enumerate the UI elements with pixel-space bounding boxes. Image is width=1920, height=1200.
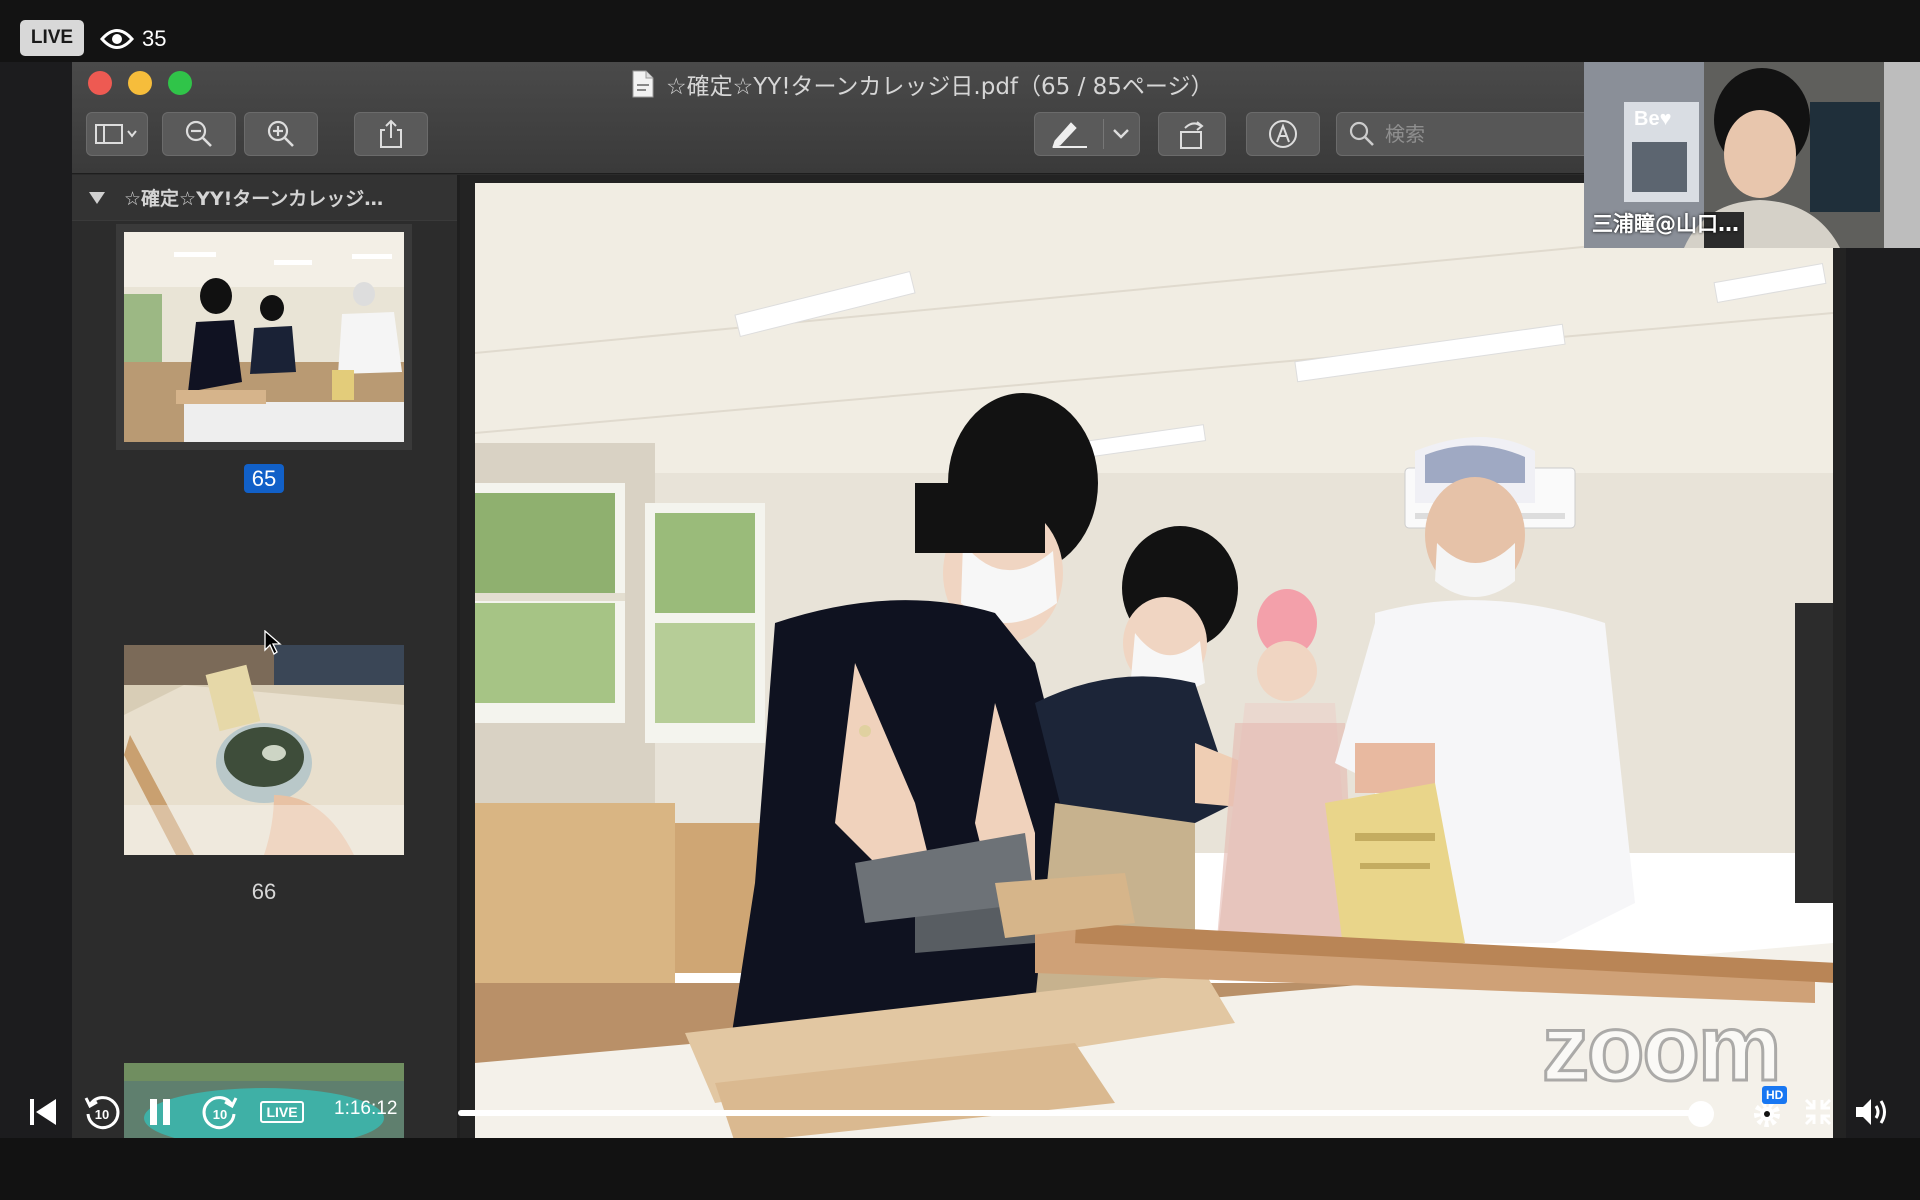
close-window-button[interactable] xyxy=(88,71,112,95)
participant-video[interactable]: Be♥ 三浦瞳@山口… xyxy=(1584,62,1920,248)
settings-button[interactable]: HD xyxy=(1744,1086,1790,1134)
maximize-window-button[interactable] xyxy=(168,71,192,95)
svg-text:10: 10 xyxy=(95,1107,109,1122)
viewer-count: 35 xyxy=(100,22,166,56)
share-button[interactable] xyxy=(354,112,428,156)
forward-10-button[interactable]: 10 xyxy=(198,1090,242,1134)
volume-button[interactable] xyxy=(1852,1090,1892,1134)
seek-handle[interactable] xyxy=(1688,1101,1715,1127)
skip-previous-icon xyxy=(30,1099,56,1125)
exit-fullscreen-button[interactable] xyxy=(1800,1090,1836,1134)
window-title-text: ☆確定☆YY!ターンカレッジ⽇.pdf（65 / 85ページ） xyxy=(666,74,1214,100)
window-title: ☆確定☆YY!ターンカレッジ⽇.pdf（65 / 85ページ） xyxy=(632,68,1213,100)
live-small-badge: LIVE xyxy=(260,1101,304,1123)
rotate-button[interactable] xyxy=(1158,112,1226,156)
rotate-icon xyxy=(1180,121,1204,149)
seek-bar[interactable] xyxy=(458,1110,1714,1116)
sidebar-icon xyxy=(95,124,137,144)
page-number-65-label: 65 xyxy=(243,464,285,493)
markup-divider xyxy=(1103,119,1104,149)
markup-button[interactable] xyxy=(1034,112,1140,156)
rewind-10-icon: 10 xyxy=(84,1096,120,1130)
live-badge: LIVE xyxy=(20,20,84,56)
stream-top-bar: LIVE 35 xyxy=(0,0,1920,62)
zoom-in-button[interactable] xyxy=(244,112,318,156)
thumbnail-sidebar: ☆確定☆YY!ターンカレッジ… 65 66 xyxy=(72,175,460,1138)
pause-icon xyxy=(150,1099,170,1125)
mouse-cursor-icon xyxy=(264,630,282,655)
zoom-out-icon xyxy=(185,120,212,147)
timecode: 1:16:12 xyxy=(334,1098,398,1119)
exit-fullscreen-icon xyxy=(1804,1098,1832,1126)
viewer-count-value: 35 xyxy=(142,26,167,51)
chevron-down-icon xyxy=(1113,129,1129,139)
pdf-document-icon xyxy=(632,70,654,98)
zoom-in-icon xyxy=(267,120,294,147)
page-thumbnail-66[interactable]: 66 xyxy=(124,645,404,904)
forward-10-icon: 10 xyxy=(202,1096,238,1130)
zoom-out-button[interactable] xyxy=(162,112,236,156)
sidebar-doc-header[interactable]: ☆確定☆YY!ターンカレッジ… xyxy=(72,175,457,221)
letterbox-left xyxy=(0,62,72,1138)
page-number-66: 66 xyxy=(251,879,277,904)
svg-text:10: 10 xyxy=(213,1107,227,1122)
jump-to-live-button[interactable]: LIVE xyxy=(260,1090,304,1134)
markup-circle-icon xyxy=(1269,120,1297,148)
thumbnail-image-66 xyxy=(124,645,404,855)
page-thumbnail-65[interactable]: 65 xyxy=(124,232,404,493)
rewind-10-button[interactable]: 10 xyxy=(80,1090,124,1134)
pen-icon xyxy=(1052,122,1087,148)
sidebar-toggle-button[interactable] xyxy=(86,112,148,156)
minimize-window-button[interactable] xyxy=(128,71,152,95)
sidebar-doc-name: ☆確定☆YY!ターンカレッジ… xyxy=(124,188,384,210)
title-bar: ☆確定☆YY!ターンカレッジ⽇.pdf（65 / 85ページ） xyxy=(72,62,1846,174)
volume-icon xyxy=(1856,1099,1886,1125)
pause-button[interactable] xyxy=(142,1090,178,1134)
thumbnail-image-65 xyxy=(124,232,404,442)
disclosure-triangle-icon[interactable] xyxy=(88,190,106,206)
search-icon xyxy=(1349,121,1374,146)
participant-name: 三浦瞳@山口… xyxy=(1592,212,1739,236)
previous-button[interactable] xyxy=(26,1090,60,1134)
page-number-65: 65 xyxy=(124,464,404,493)
hd-badge: HD xyxy=(1762,1086,1788,1104)
share-icon xyxy=(380,119,402,148)
eye-icon xyxy=(100,29,134,49)
pip-sign-text: Be♥ xyxy=(1634,108,1672,130)
stream-bottom-bar xyxy=(0,1138,1920,1200)
search-box[interactable] xyxy=(1336,112,1596,156)
annotate-button[interactable] xyxy=(1246,112,1320,156)
preview-window: ☆確定☆YY!ターンカレッジ⽇.pdf（65 / 85ページ） 検索 ☆確定☆Y… xyxy=(72,62,1846,1138)
search-input[interactable] xyxy=(1385,122,1585,146)
